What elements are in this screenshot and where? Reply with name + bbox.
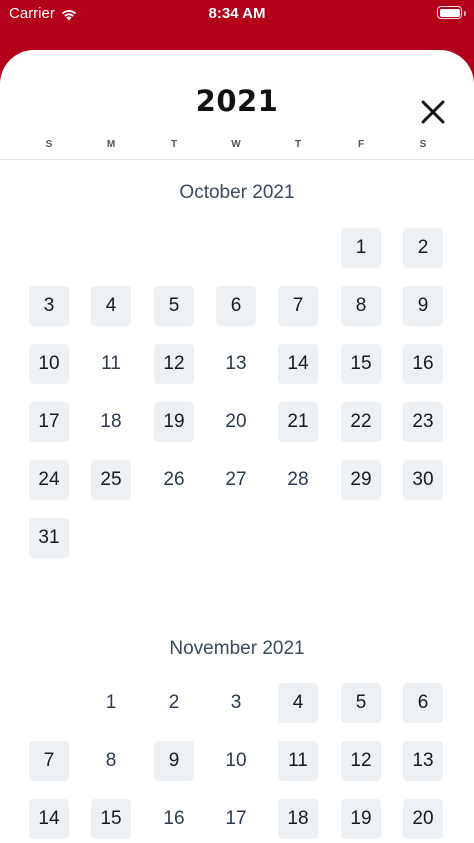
day-available[interactable]: 19 [154,402,194,442]
month-title: November 2021 [169,638,305,659]
day-available[interactable]: 6 [216,286,256,326]
battery-icon [437,6,466,19]
weekday-label: T [294,139,302,150]
day-available[interactable]: 14 [278,344,318,384]
day-available[interactable]: 7 [278,286,318,326]
day-available[interactable]: 13 [403,741,443,781]
day-available[interactable]: 16 [403,344,443,384]
day-available[interactable]: 4 [91,286,131,326]
weekday-label: S [45,139,53,150]
status-bar: Carrier 8:34 AM [0,0,474,28]
calendar-sheet: 2021 SMTWTFS October 2021 1 2 3 4 5 6 7 8 9 10 11 12… [0,50,474,843]
day-available[interactable]: 31 [29,518,69,558]
day-available[interactable]: 12 [154,344,194,384]
day-available[interactable]: 21 [278,402,318,442]
weekday-label: F [357,139,365,150]
day-available[interactable]: 2 [403,228,443,268]
day-available[interactable]: 19 [341,799,381,839]
status-time: 8:34 AM [208,5,266,22]
day-available[interactable]: 5 [341,683,381,723]
day-unavailable: 18 [100,411,122,432]
day-available[interactable]: 23 [403,402,443,442]
day-available[interactable]: 8 [341,286,381,326]
day-available[interactable]: 9 [403,286,443,326]
day-available[interactable]: 22 [341,402,381,442]
day-available[interactable]: 15 [341,344,381,384]
day-available[interactable]: 24 [29,460,69,500]
day-unavailable: 13 [225,353,247,374]
day-available[interactable]: 12 [341,741,381,781]
weekday-header: SMTWTFS [0,136,474,160]
day-unavailable: 28 [287,469,309,490]
day-unavailable: 2 [168,692,180,713]
day-available[interactable]: 15 [91,799,131,839]
close-button[interactable] [418,97,448,127]
day-available[interactable]: 17 [29,402,69,442]
day-available[interactable]: 6 [403,683,443,723]
day-available[interactable]: 5 [154,286,194,326]
day-available[interactable]: 1 [341,228,381,268]
day-unavailable: 17 [225,808,247,829]
day-available[interactable]: 14 [29,799,69,839]
day-unavailable: 10 [225,750,247,771]
close-icon [421,100,445,124]
day-unavailable: 20 [225,411,247,432]
day-unavailable: 27 [225,469,247,490]
day-unavailable: 11 [101,353,121,374]
day-unavailable: 1 [105,692,117,713]
day-available[interactable]: 4 [278,683,318,723]
day-available[interactable]: 9 [154,741,194,781]
day-unavailable: 8 [105,750,117,771]
weekday-label: M [106,139,116,150]
weekday-label: T [170,139,178,150]
day-unavailable: 26 [163,469,185,490]
day-available[interactable]: 29 [341,460,381,500]
day-available[interactable]: 20 [403,799,443,839]
day-available[interactable]: 30 [403,460,443,500]
day-available[interactable]: 18 [278,799,318,839]
day-unavailable: 16 [163,808,185,829]
day-available[interactable]: 25 [91,460,131,500]
day-available[interactable]: 7 [29,741,69,781]
day-available[interactable]: 10 [29,344,69,384]
day-available[interactable]: 3 [29,286,69,326]
month-title: October 2021 [179,182,295,203]
weekday-label: S [419,139,427,150]
day-unavailable: 3 [230,692,242,713]
weekday-label: W [231,139,241,150]
day-available[interactable]: 11 [278,741,318,781]
year-title: 2021 [195,84,279,118]
